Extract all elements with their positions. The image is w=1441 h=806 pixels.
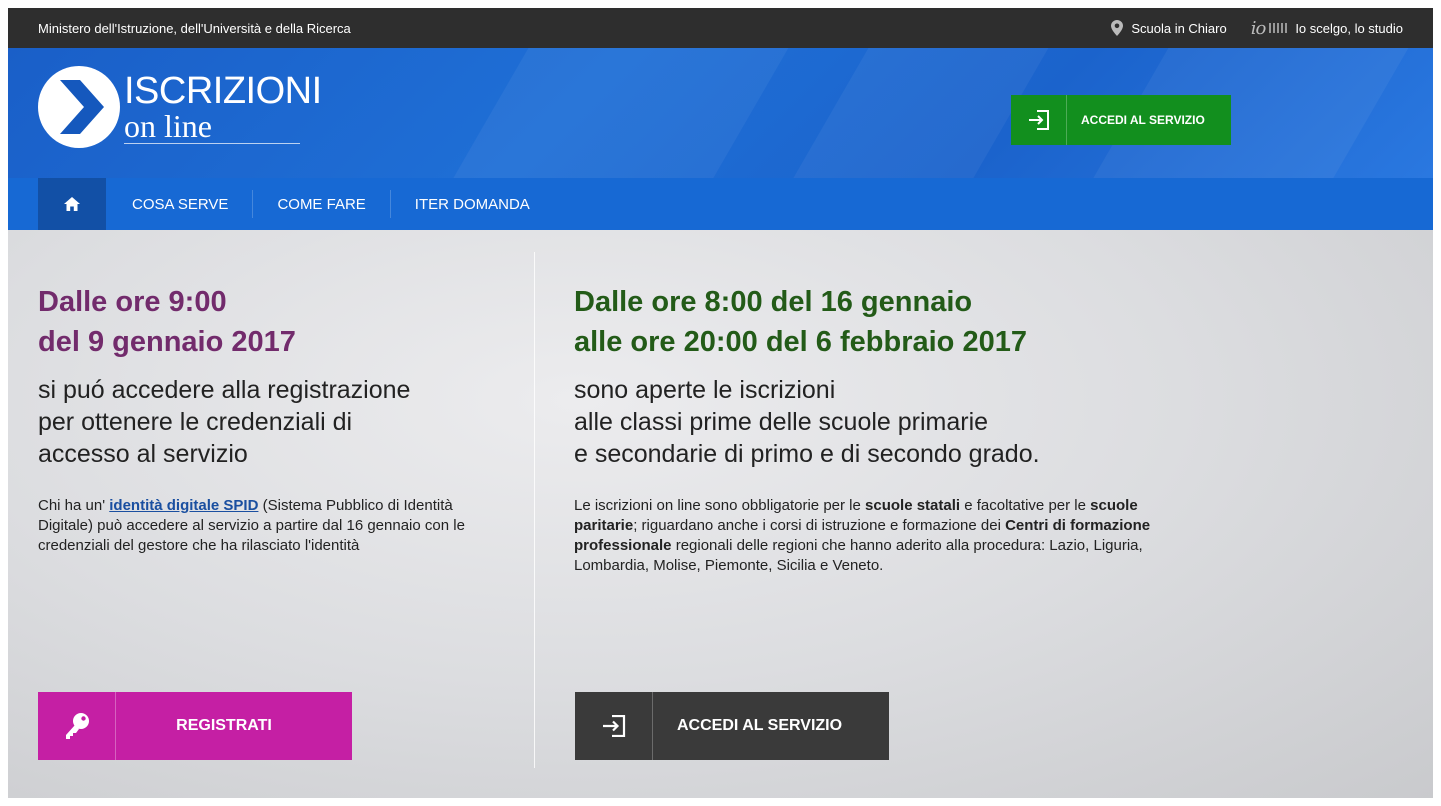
nav-home[interactable]	[38, 178, 106, 230]
enrollment-column: Dalle ore 8:00 del 16 gennaio alle ore 2…	[574, 282, 1194, 576]
enrollment-text-part: ; riguardano anche i corsi di istruzione…	[633, 517, 1006, 534]
nav-item-iter-domanda[interactable]: ITER DOMANDA	[391, 178, 554, 230]
registration-column: Dalle ore 9:00 del 9 gennaio 2017 si puó…	[38, 282, 508, 556]
registration-lead-line: accesso al servizio	[38, 440, 248, 468]
registration-heading-line: del 9 gennaio 2017	[38, 326, 296, 358]
accedi-servizio-label: ACCEDI AL SERVIZIO	[677, 717, 843, 734]
registration-heading: Dalle ore 9:00 del 9 gennaio 2017	[38, 282, 508, 362]
login-icon	[1011, 95, 1067, 145]
iscrizioni-online-logo[interactable]: ISCRIZIONI on line	[38, 66, 322, 148]
registration-lead-line: per ottenere le credenziali di	[38, 408, 353, 436]
enrollment-text-part: Le iscrizioni on line sono obbligatorie …	[574, 497, 866, 514]
enrollment-text-part: e facoltative per le	[960, 497, 1091, 514]
logo-text: ISCRIZIONI on line	[124, 71, 322, 144]
registration-lead-line: si puó accedere alla registrazione	[38, 376, 411, 404]
enrollment-text-bold: scuole statali	[865, 497, 961, 514]
home-icon	[64, 197, 80, 211]
nav-item-cosa-serve[interactable]: COSA SERVE	[106, 178, 252, 230]
map-pin-icon	[1111, 20, 1124, 36]
registration-lead: si puó accedere alla registrazione per o…	[38, 374, 508, 470]
accedi-servizio-header-label: ACCEDI AL SERVIZIO	[1081, 113, 1205, 127]
enrollment-lead: sono aperte le iscrizioni alle classi pr…	[574, 374, 1194, 470]
header-decoration	[436, 48, 800, 178]
nav-item-come-fare[interactable]: COME FARE	[253, 178, 389, 230]
login-icon	[575, 692, 653, 760]
registrati-label: REGISTRATI	[176, 717, 272, 734]
accedi-servizio-header-button[interactable]: ACCEDI AL SERVIZIO	[1011, 95, 1231, 145]
site-header: ISCRIZIONI on line ACCEDI AL SERVIZIO	[8, 48, 1433, 178]
accedi-servizio-button[interactable]: ACCEDI AL SERVIZIO	[575, 692, 889, 760]
main-content: Dalle ore 9:00 del 9 gennaio 2017 si puó…	[8, 230, 1433, 798]
enrollment-lead-line: sono aperte le iscrizioni	[574, 376, 836, 404]
enrollment-lead-line: e secondarie di primo e di secondo grado…	[574, 440, 1040, 468]
io-scelgo-label: Io scelgo, lo studio	[1295, 20, 1403, 36]
scuola-in-chiaro-link[interactable]: Scuola in Chiaro	[1111, 20, 1227, 36]
spid-text-before: Chi ha un'	[38, 497, 110, 514]
registration-heading-line: Dalle ore 9:00	[38, 286, 227, 318]
ministry-name[interactable]: Ministero dell'Istruzione, dell'Universi…	[38, 21, 351, 36]
spid-link[interactable]: identità digitale SPID	[109, 497, 258, 514]
enrollment-heading-line: alle ore 20:00 del 6 febbraio 2017	[574, 326, 1027, 358]
enrollment-info-text: Le iscrizioni on line sono obbligatorie …	[574, 496, 1194, 576]
io-scelgo-link[interactable]: io Io scelgo, lo studio	[1251, 18, 1403, 39]
logo-title: ISCRIZIONI	[124, 69, 322, 112]
chevron-right-circle-icon	[38, 66, 120, 148]
enrollment-heading: Dalle ore 8:00 del 16 gennaio alle ore 2…	[574, 282, 1194, 362]
io-lines-icon	[1269, 23, 1288, 33]
enrollment-heading-line: Dalle ore 8:00 del 16 gennaio	[574, 286, 973, 318]
enrollment-lead-line: alle classi prime delle scuole primarie	[574, 408, 989, 436]
scuola-in-chiaro-label: Scuola in Chiaro	[1131, 20, 1227, 36]
spid-info-text: Chi ha un' identità digitale SPID (Siste…	[38, 496, 508, 556]
ministry-topbar: Ministero dell'Istruzione, dell'Universi…	[8, 8, 1433, 48]
page-frame: Ministero dell'Istruzione, dell'Universi…	[8, 8, 1433, 798]
column-divider	[534, 252, 535, 768]
logo-subtitle: on line	[124, 110, 300, 144]
registrati-button[interactable]: REGISTRATI	[38, 692, 352, 760]
io-logo-icon: io	[1250, 17, 1267, 39]
main-nav: COSA SERVE COME FARE ITER DOMANDA	[8, 178, 1433, 230]
key-icon	[38, 692, 116, 760]
